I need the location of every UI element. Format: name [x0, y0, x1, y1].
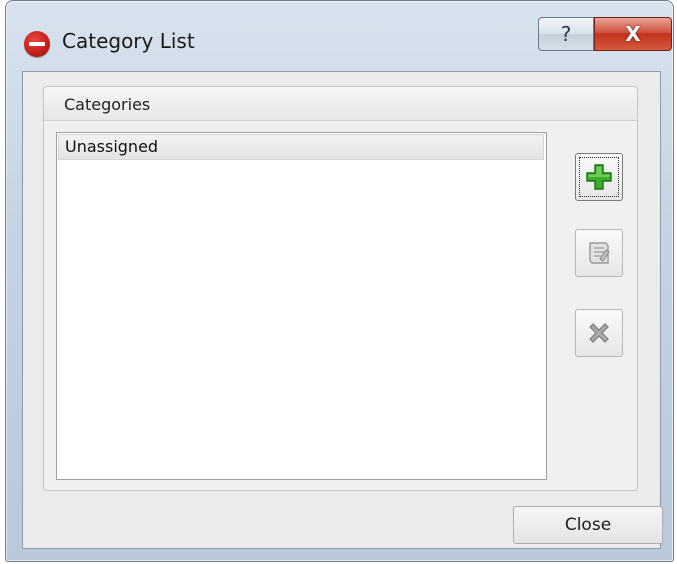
app-logo-icon [24, 31, 50, 57]
category-list-dialog: Category List ? X Categories Unassigned [5, 0, 674, 562]
close-button[interactable]: Close [513, 506, 663, 544]
help-button[interactable]: ? [538, 17, 594, 51]
group-title: Categories [64, 95, 151, 114]
window-close-button[interactable]: X [594, 17, 672, 51]
delete-x-icon [589, 323, 609, 343]
plus-icon [586, 164, 612, 190]
dialog-body: Categories Unassigned Close [22, 71, 663, 549]
categories-group: Categories Unassigned [43, 86, 638, 491]
edit-category-button[interactable] [575, 229, 623, 277]
group-header: Categories [44, 87, 637, 121]
category-listbox[interactable]: Unassigned [56, 132, 547, 480]
edit-note-icon [589, 242, 610, 264]
list-item[interactable]: Unassigned [58, 134, 544, 160]
close-icon: X [625, 22, 641, 46]
title-bar[interactable]: Category List ? X [6, 1, 673, 57]
help-icon: ? [560, 22, 572, 46]
window-title: Category List [62, 29, 195, 53]
add-category-button[interactable] [575, 153, 623, 201]
delete-category-button[interactable] [575, 309, 623, 357]
